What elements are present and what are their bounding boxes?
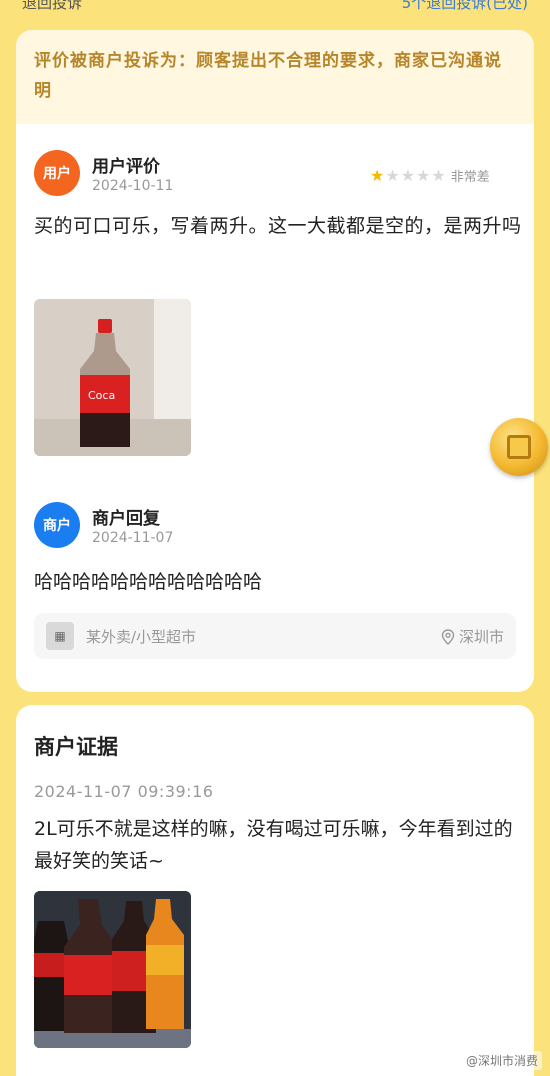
store-bar[interactable]: ▦ 某外卖/小型超市 深圳市 [34,613,516,659]
star-icon: ★ [431,165,446,185]
coin-hole [507,435,531,459]
rating-text: 非常差 [450,170,490,185]
store-location: 深圳市 [441,626,504,647]
user-avatar: 用户 [34,150,80,196]
star-icon: ★ [416,165,431,185]
evidence-time: 2024-11-07 09:39:16 [34,782,214,801]
top-strip: 退回投诉 5个退回投诉(已处) [0,0,550,18]
reply-date: 2024-11-07 [92,530,174,546]
review-title: 用户评价 [92,157,160,177]
evidence-title: 商户证据 [34,735,118,759]
rating-stars: ★ ★ ★ ★ ★ 非常差 [370,166,490,185]
evidence-text: 2L可乐不就是这样的嘛，没有喝过可乐嘛，今年看到过的最好笑的笑话~ [34,818,513,872]
store-city-label: 深圳市 [458,628,504,646]
merchant-avatar: 商户 [34,502,80,548]
top-left-label: 退回投诉 [22,0,83,12]
coin-float-icon[interactable] [490,418,548,476]
location-pin-icon [441,628,455,645]
svg-text:Coca: Coca [88,389,115,402]
evidence-card: 商户证据 2024-11-07 09:39:16 2L可乐不就是这样的嘛，没有喝… [16,705,534,1076]
cola-bottle-image: Coca [34,299,191,456]
star-icon: ★ [370,165,385,185]
complaint-notice: 评价被商户投诉为：顾客提出不合理的要求，商家已沟通说明 [16,30,534,124]
evidence-photo[interactable] [34,891,191,1048]
top-right-link[interactable]: 5个退回投诉(已处) [402,0,528,13]
review-text: 买的可口可乐，写着两升。这一大截都是空的，是两升吗 [34,215,522,237]
reply-title: 商户回复 [92,509,160,529]
star-icon: ★ [385,165,400,185]
review-photo[interactable]: Coca [34,299,191,456]
review-date: 2024-10-11 [92,178,174,194]
star-icon: ★ [400,165,416,185]
reply-text: 哈哈哈哈哈哈哈哈哈哈哈哈 [34,571,263,593]
cola-shelf-image [34,891,191,1048]
watermark: @深圳市消费 [461,1051,542,1070]
review-card: 评价被商户投诉为：顾客提出不合理的要求，商家已沟通说明 用户 用户评价 2024… [16,30,534,692]
store-name: 某外卖/小型超市 [86,628,197,646]
store-logo-icon: ▦ [46,622,74,650]
